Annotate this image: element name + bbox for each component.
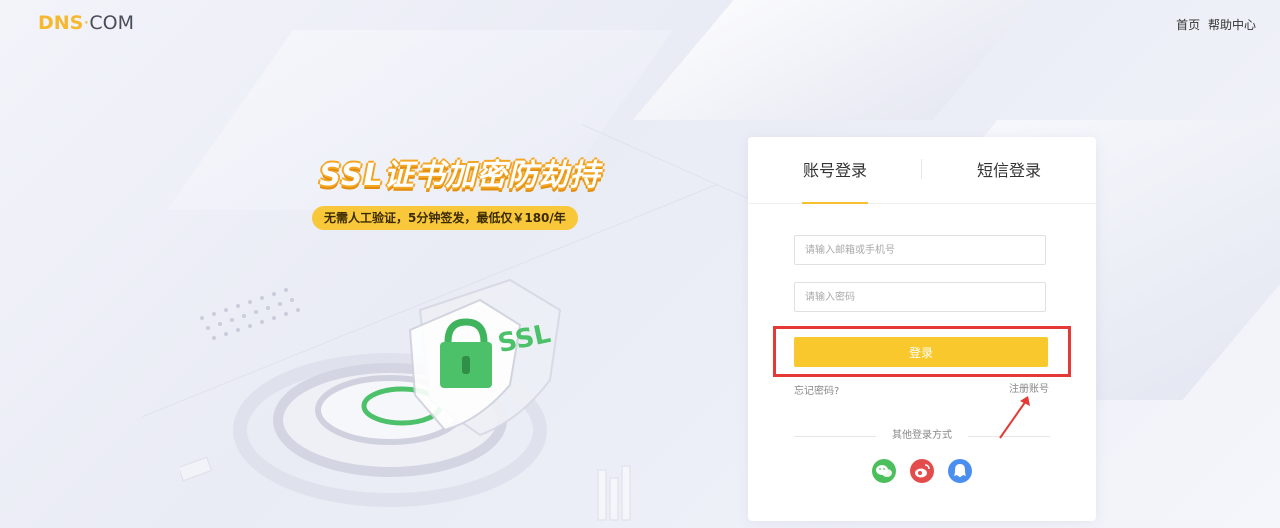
nav-help-link[interactable]: 帮助中心 [1208,18,1256,32]
login-button[interactable]: 登录 [794,337,1048,367]
top-nav: 首页 帮助中心 [1172,16,1256,33]
promo-title: SSL证书加密防劫持 [319,158,601,193]
login-card: 账号登录 短信登录 登录 忘记密码? 注册账号 其他登录方式 [748,137,1096,521]
background-plane [632,0,1068,120]
register-link[interactable]: 注册账号 [1009,380,1049,395]
nav-home-link[interactable]: 首页 [1176,18,1200,32]
small-cube [180,456,213,482]
forgot-password-link[interactable]: 忘记密码? [794,382,839,397]
site-logo[interactable]: DNS·COM [38,12,134,34]
logo-com-text: COM [89,12,135,34]
dot-grid-decoration [200,288,300,340]
qq-icon[interactable] [948,459,972,483]
username-input[interactable] [794,235,1046,265]
password-input[interactable] [794,282,1046,312]
ssl-illustration: SSL [180,278,631,521]
promo-subtitle: 无需人工验证，5分钟签发，最低仅￥180/年 [312,206,578,230]
pillar [609,477,619,521]
weibo-icon[interactable] [910,459,934,483]
tab-sms-login[interactable]: 短信登录 [922,137,1096,203]
divider-line [968,436,1050,437]
tab-account-login[interactable]: 账号登录 [748,137,922,204]
pillar [597,469,607,521]
wechat-icon[interactable] [872,459,896,483]
tab-divider [921,159,922,179]
login-tabs: 账号登录 短信登录 [748,137,1096,204]
logo-dns-text: DNS [38,12,84,34]
other-methods-divider: 其他登录方式 [794,429,1050,443]
pillar [621,465,631,521]
